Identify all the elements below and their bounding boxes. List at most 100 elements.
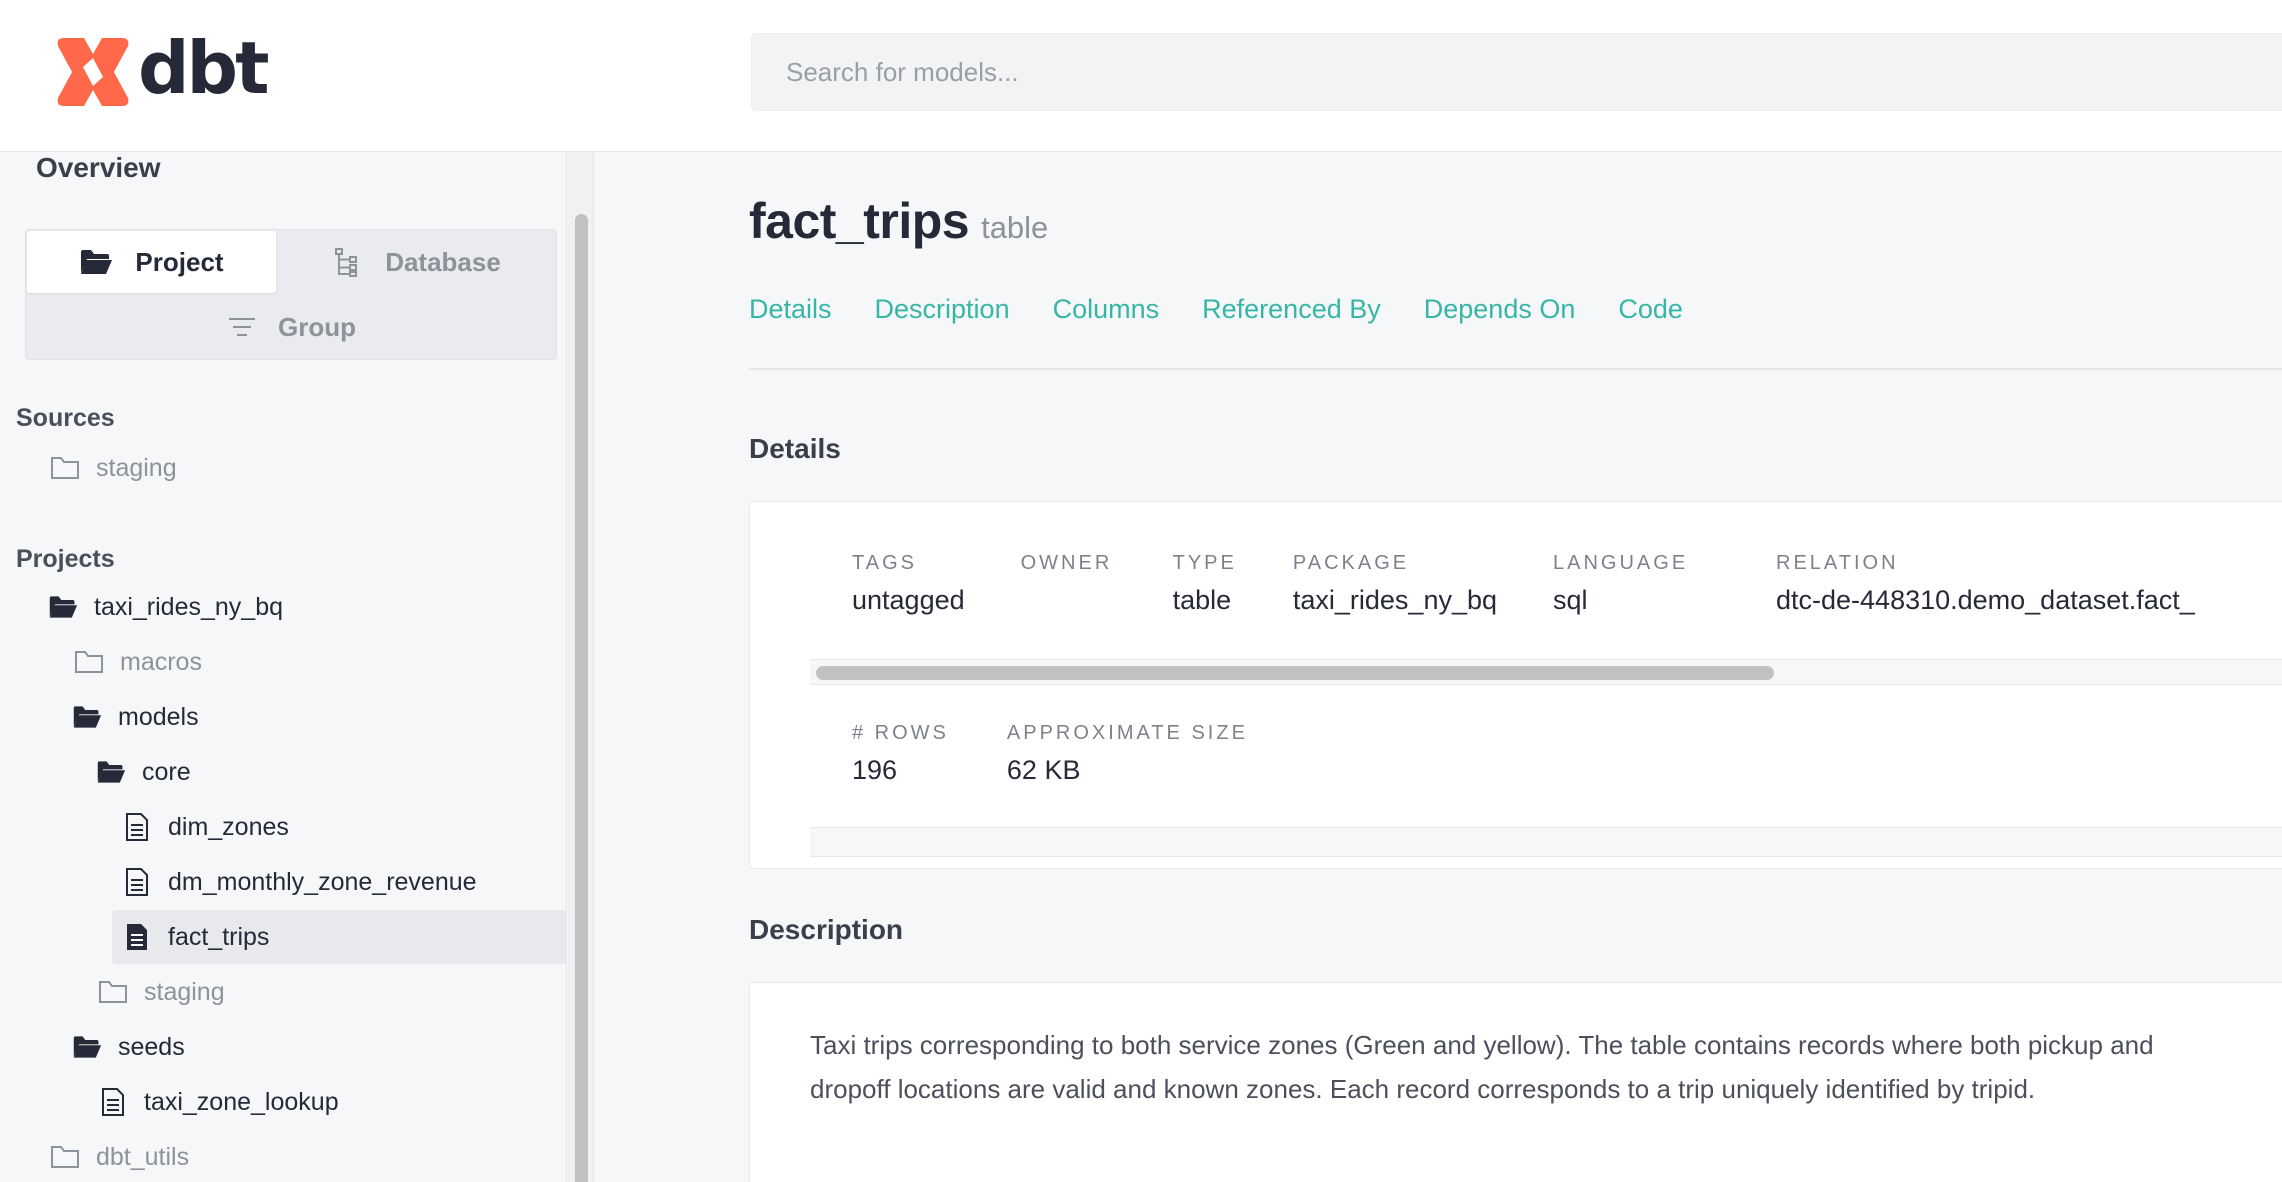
- page-title: fact_trips: [749, 193, 970, 249]
- prop-value: dtc-de-448310.demo_dataset.fact_: [1776, 585, 2195, 615]
- prop-label: TAGS: [852, 552, 917, 574]
- prop-value: untagged: [852, 585, 965, 615]
- details-horizontal-scrollbar[interactable]: [810, 659, 2282, 685]
- prop-rows: # ROWS 196: [852, 722, 949, 786]
- prop-approximate-size: APPROXIMATE SIZE 62 KB: [1007, 722, 1248, 786]
- prop-value: table: [1172, 585, 1232, 615]
- file-icon: [98, 1087, 128, 1117]
- folder-open-icon: [72, 1032, 102, 1062]
- file-icon: [122, 812, 152, 842]
- file-icon: [122, 867, 152, 897]
- view-toggle: Project Database Group: [25, 229, 557, 360]
- main-content: fact_trips table Details Description Col…: [595, 152, 2282, 1182]
- tree-model-fact-trips[interactable]: fact_trips: [112, 910, 566, 964]
- folder-open-icon: [48, 592, 78, 622]
- prop-label: PACKAGE: [1292, 552, 1410, 574]
- prop-owner: OWNER: [1021, 552, 1117, 616]
- sidebar-scrollbar-thumb[interactable]: [575, 214, 588, 1182]
- page-title-row: fact_trips table: [749, 192, 1048, 250]
- prop-label: RELATION: [1776, 552, 1899, 574]
- logo-text: dbt: [138, 26, 269, 110]
- hierarchy-icon: [335, 248, 358, 277]
- tree-label: staging: [96, 453, 177, 482]
- tree-label: taxi_zone_lookup: [144, 1087, 339, 1116]
- file-filled-icon: [122, 922, 152, 952]
- tree-folder-macros[interactable]: macros: [74, 635, 202, 689]
- tab-details[interactable]: Details: [749, 294, 832, 325]
- details-properties: TAGS untagged OWNER TYPE table PACKAGE t…: [852, 552, 1744, 616]
- prop-value: 62 KB: [1006, 755, 1081, 785]
- tree-folder-staging[interactable]: staging: [98, 965, 225, 1019]
- tree-label: dbt_utils: [96, 1142, 190, 1171]
- prop-value: taxi_rides_ny_bq: [1292, 585, 1498, 615]
- dbt-logo-icon: [57, 38, 129, 106]
- search-input[interactable]: [751, 33, 2282, 111]
- prop-label: OWNER: [1020, 552, 1113, 574]
- tree-folder-seeds[interactable]: seeds: [72, 1020, 185, 1074]
- tree-label: macros: [120, 647, 202, 676]
- folder-open-icon: [72, 702, 102, 732]
- prop-value: sql: [1553, 585, 1588, 615]
- top-header: dbt: [0, 0, 2282, 152]
- tree-model-dim-zones[interactable]: dim_zones: [122, 800, 289, 854]
- tree-folder-core[interactable]: core: [96, 745, 191, 799]
- tab-depends-on[interactable]: Depends On: [1424, 294, 1576, 325]
- tree-label: dm_monthly_zone_revenue: [168, 867, 477, 896]
- tree-label: fact_trips: [168, 922, 270, 951]
- folder-open-icon: [81, 250, 113, 274]
- details-heading: Details: [749, 433, 841, 464]
- tree-label: seeds: [118, 1032, 185, 1061]
- tab-columns[interactable]: Columns: [1053, 294, 1160, 325]
- prop-language: LANGUAGE sql: [1553, 552, 1688, 616]
- overview-link[interactable]: Overview: [36, 152, 161, 184]
- prop-label: TYPE: [1172, 552, 1237, 574]
- group-view-button[interactable]: Group: [27, 295, 557, 359]
- folder-closed-icon: [50, 1142, 80, 1172]
- tab-description[interactable]: Description: [875, 294, 1010, 325]
- sidebar: Overview Project Database Group Sources …: [0, 152, 567, 1182]
- tree-folder-models[interactable]: models: [72, 690, 199, 744]
- prop-label: # ROWS: [852, 722, 949, 744]
- tree-label: taxi_rides_ny_bq: [94, 592, 284, 621]
- group-view-label: Group: [278, 311, 356, 342]
- tree-model-dm-monthly-zone-revenue[interactable]: dm_monthly_zone_revenue: [122, 855, 477, 909]
- tree-project-root[interactable]: taxi_rides_ny_bq: [48, 580, 283, 634]
- project-view-button[interactable]: Project: [27, 231, 276, 293]
- sidebar-scrollbar[interactable]: [568, 152, 594, 1182]
- prop-relation: RELATION dtc-de-448310.demo_dataset.fact…: [1776, 552, 2195, 616]
- description-text: Taxi trips corresponding to both service…: [810, 1030, 2154, 1104]
- tree-label: staging: [144, 977, 225, 1006]
- description-card: Taxi trips corresponding to both service…: [749, 982, 2282, 1182]
- tree-label: models: [118, 702, 199, 731]
- tree-seed-taxi-zone-lookup[interactable]: taxi_zone_lookup: [98, 1075, 339, 1129]
- tab-code[interactable]: Code: [1618, 294, 1683, 325]
- tab-referenced-by[interactable]: Referenced By: [1202, 294, 1381, 325]
- prop-value: 196: [852, 755, 898, 785]
- stats-scrollbar[interactable]: [810, 827, 2282, 857]
- tabs-divider: [749, 368, 2282, 370]
- prop-label: LANGUAGE: [1553, 552, 1689, 574]
- folder-closed-icon: [74, 647, 104, 677]
- folder-closed-icon: [98, 977, 128, 1007]
- tree-package-dbt-utils[interactable]: dbt_utils: [50, 1130, 189, 1182]
- source-staging[interactable]: staging: [50, 441, 177, 495]
- horizontal-scrollbar-thumb[interactable]: [816, 666, 1774, 680]
- database-view-label: Database: [385, 246, 501, 277]
- resource-type: table: [981, 210, 1049, 245]
- database-view-button[interactable]: Database: [278, 231, 556, 293]
- prop-label: APPROXIMATE SIZE: [1006, 722, 1248, 744]
- tree-label: dim_zones: [168, 812, 289, 841]
- details-stats: # ROWS 196 APPROXIMATE SIZE 62 KB: [852, 722, 1306, 786]
- projects-heading: Projects: [16, 545, 115, 573]
- filter-lines-icon: [229, 318, 255, 336]
- folder-closed-icon: [50, 453, 80, 483]
- dbt-logo[interactable]: dbt: [54, 26, 269, 110]
- prop-type: TYPE table: [1173, 552, 1237, 616]
- details-card: TAGS untagged OWNER TYPE table PACKAGE t…: [749, 501, 2282, 869]
- folder-open-icon: [96, 757, 126, 787]
- prop-package: PACKAGE taxi_rides_ny_bq: [1293, 552, 1497, 616]
- section-tabs: Details Description Columns Referenced B…: [749, 294, 1726, 325]
- description-heading: Description: [749, 914, 904, 945]
- project-view-label: Project: [135, 246, 224, 277]
- prop-tags: TAGS untagged: [852, 552, 965, 616]
